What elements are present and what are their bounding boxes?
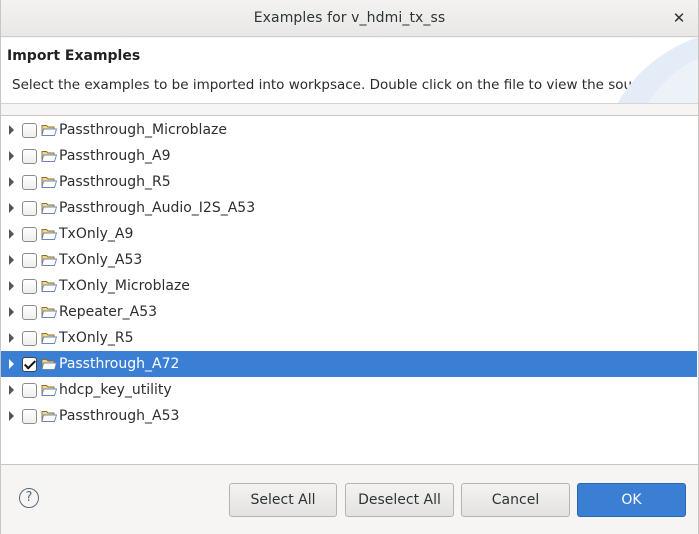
- open-folder-icon: [41, 385, 57, 396]
- tree-item[interactable]: Repeater_A53: [1, 299, 697, 325]
- expand-arrow-icon[interactable]: [9, 203, 14, 213]
- tree-item[interactable]: Passthrough_R5: [1, 169, 697, 195]
- item-checkbox[interactable]: [22, 252, 37, 268]
- tree-item-label: TxOnly_Microblaze: [59, 278, 190, 294]
- open-folder-icon: [41, 359, 57, 370]
- expand-arrow-icon[interactable]: [9, 359, 14, 369]
- item-checkbox[interactable]: [22, 278, 37, 294]
- tree-item[interactable]: Passthrough_A72: [1, 351, 697, 377]
- tree-item[interactable]: Passthrough_A53: [1, 403, 697, 429]
- open-folder-icon: [41, 151, 57, 162]
- item-checkbox[interactable]: [22, 226, 37, 242]
- open-folder-icon: [41, 281, 57, 292]
- expand-arrow-icon[interactable]: [9, 307, 14, 317]
- item-checkbox[interactable]: [22, 148, 37, 164]
- title-bar[interactable]: Examples for v_hdmi_tx_ss ✕: [1, 0, 698, 37]
- expand-arrow-icon[interactable]: [9, 125, 14, 135]
- help-icon[interactable]: ?: [19, 488, 39, 508]
- tree-item-label: Repeater_A53: [59, 304, 158, 320]
- tree-item-label: Passthrough_Audio_I2S_A53: [59, 200, 256, 216]
- expand-arrow-icon[interactable]: [9, 229, 14, 239]
- tree-item[interactable]: hdcp_key_utility: [1, 377, 697, 403]
- item-checkbox[interactable]: [22, 174, 37, 190]
- open-folder-icon: [41, 255, 57, 266]
- expand-arrow-icon[interactable]: [9, 385, 14, 395]
- tree-item-label: hdcp_key_utility: [59, 382, 172, 398]
- examples-tree[interactable]: Passthrough_Microblaze Passthrough_A9 Pass…: [1, 115, 698, 465]
- import-examples-dialog: Examples for v_hdmi_tx_ss ✕ Import Examp…: [0, 0, 699, 534]
- open-folder-icon: [41, 307, 57, 318]
- expand-arrow-icon[interactable]: [9, 281, 14, 291]
- header-banner-decoration: [617, 38, 698, 103]
- tree-item-label: Passthrough_A72: [59, 356, 180, 372]
- open-folder-icon: [41, 411, 57, 422]
- expand-arrow-icon[interactable]: [9, 333, 14, 343]
- item-checkbox[interactable]: [22, 122, 37, 138]
- expand-arrow-icon[interactable]: [9, 151, 14, 161]
- tree-item[interactable]: TxOnly_A9: [1, 221, 697, 247]
- tree-item-label: Passthrough_A53: [59, 408, 180, 424]
- tree-item[interactable]: Passthrough_Audio_I2S_A53: [1, 195, 697, 221]
- expand-arrow-icon[interactable]: [9, 255, 14, 265]
- close-icon[interactable]: ✕: [670, 9, 688, 27]
- tree-item-label: Passthrough_A9: [59, 148, 171, 164]
- open-folder-icon: [41, 333, 57, 344]
- window-title: Examples for v_hdmi_tx_ss: [253, 10, 446, 26]
- item-checkbox[interactable]: [22, 408, 37, 424]
- expand-arrow-icon[interactable]: [9, 177, 14, 187]
- item-checkbox[interactable]: [22, 330, 37, 346]
- item-checkbox[interactable]: [22, 382, 37, 398]
- open-folder-icon: [41, 203, 57, 214]
- tree-item-label: TxOnly_R5: [59, 330, 134, 346]
- tree-item[interactable]: Passthrough_A9: [1, 143, 697, 169]
- ok-button[interactable]: OK: [577, 483, 686, 517]
- tree-item[interactable]: TxOnly_Microblaze: [1, 273, 697, 299]
- cancel-button[interactable]: Cancel: [461, 483, 570, 517]
- open-folder-icon: [41, 229, 57, 240]
- item-checkbox[interactable]: [22, 304, 37, 320]
- tree-item-label: TxOnly_A9: [59, 226, 134, 242]
- open-folder-icon: [41, 125, 57, 136]
- header-title: Import Examples: [7, 48, 141, 64]
- tree-item-label: TxOnly_A53: [59, 252, 143, 268]
- open-folder-icon: [41, 177, 57, 188]
- tree-item-label: Passthrough_R5: [59, 174, 171, 190]
- tree-item-label: Passthrough_Microblaze: [59, 122, 227, 138]
- item-checkbox[interactable]: [22, 356, 37, 372]
- tree-item[interactable]: Passthrough_Microblaze: [1, 117, 697, 143]
- tree-item[interactable]: TxOnly_R5: [1, 325, 697, 351]
- select-all-button[interactable]: Select All: [229, 483, 337, 517]
- deselect-all-button[interactable]: Deselect All: [345, 483, 454, 517]
- expand-arrow-icon[interactable]: [9, 411, 14, 421]
- item-checkbox[interactable]: [22, 200, 37, 216]
- dialog-header: Import Examples Select the examples to b…: [1, 38, 698, 104]
- header-description: Select the examples to be imported into …: [12, 77, 658, 93]
- tree-item[interactable]: TxOnly_A53: [1, 247, 697, 273]
